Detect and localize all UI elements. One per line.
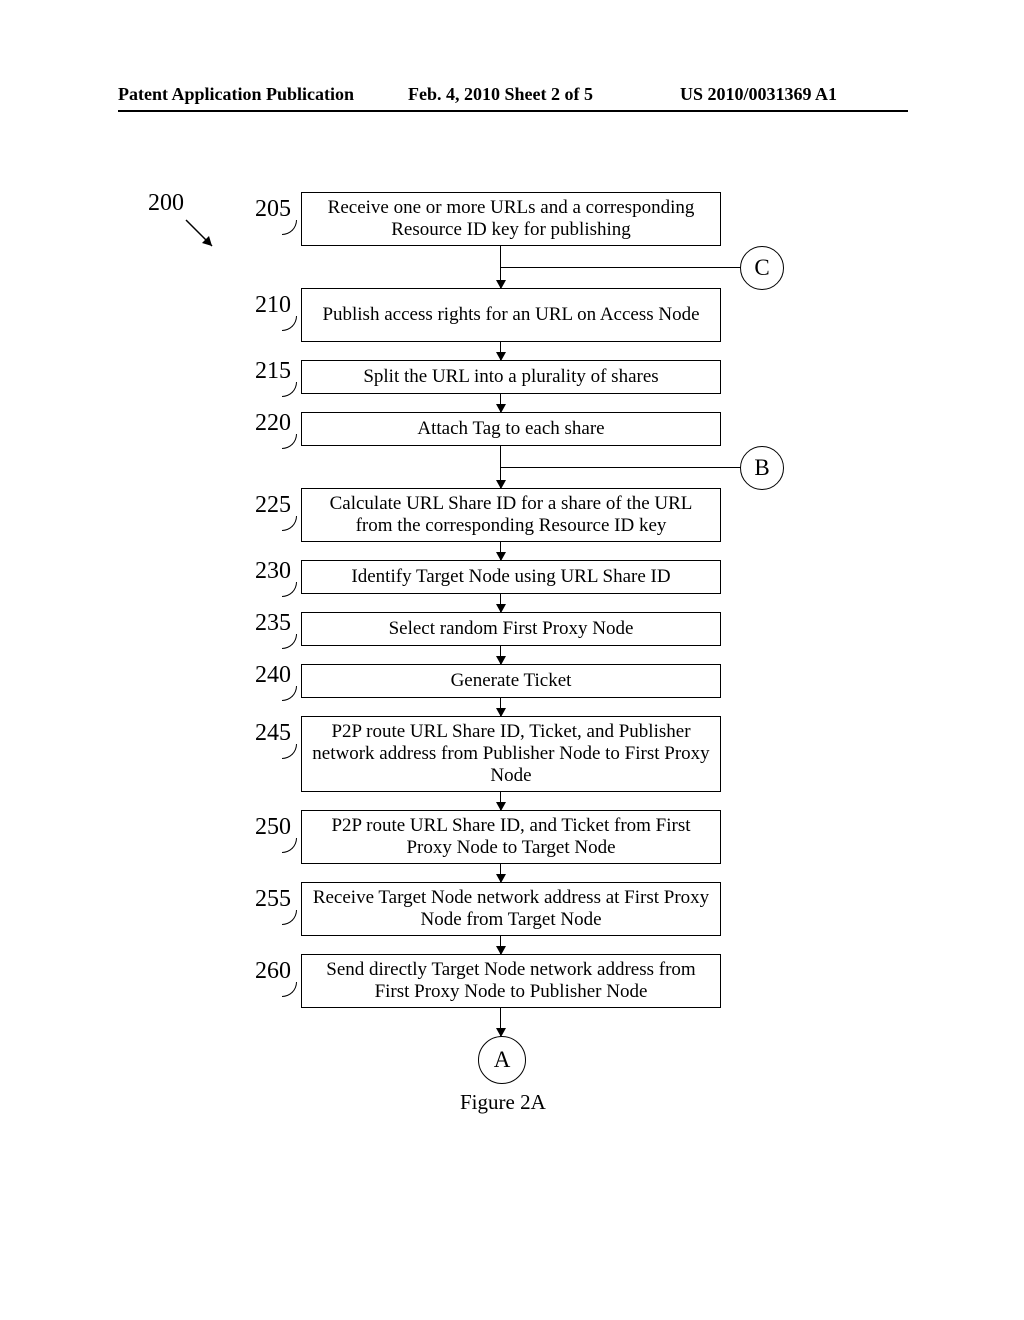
figure-reference-200: 200 bbox=[148, 190, 184, 217]
flow-arrow-down-icon bbox=[500, 698, 501, 716]
flow-arrow-down-icon bbox=[500, 394, 501, 412]
flow-box-250: P2P route URL Share ID, and Ticket from … bbox=[301, 810, 721, 864]
flow-box-210: Publish access rights for an URL on Acce… bbox=[301, 288, 721, 342]
label-tick-icon bbox=[282, 744, 297, 759]
flow-box-225: Calculate URL Share ID for a share of th… bbox=[301, 488, 721, 542]
header-rule bbox=[118, 110, 908, 112]
step-label-255: 255 bbox=[255, 886, 291, 913]
flow-arrow-down-icon bbox=[500, 1008, 501, 1036]
flow-box-235: Select random First Proxy Node bbox=[301, 612, 721, 646]
step-label-240: 240 bbox=[255, 662, 291, 689]
flow-box-text: Calculate URL Share ID for a share of th… bbox=[312, 493, 710, 537]
flow-arrow-down-icon bbox=[500, 864, 501, 882]
flow-box-text: Send directly Target Node network addres… bbox=[312, 959, 710, 1003]
label-tick-icon bbox=[282, 686, 297, 701]
step-label-230: 230 bbox=[255, 558, 291, 585]
figure-ref-arrow-icon bbox=[184, 218, 224, 258]
flow-arrow-down-icon bbox=[500, 342, 501, 360]
connector-label: A bbox=[494, 1047, 511, 1073]
flow-box-text: Generate Ticket bbox=[451, 670, 572, 692]
connector-a: A bbox=[478, 1036, 526, 1084]
connector-b: B bbox=[740, 446, 784, 490]
step-label-210: 210 bbox=[255, 292, 291, 319]
label-tick-icon bbox=[282, 634, 297, 649]
label-tick-icon bbox=[282, 516, 297, 531]
step-label-205: 205 bbox=[255, 196, 291, 223]
flow-box-text: Receive one or more URLs and a correspon… bbox=[312, 197, 710, 241]
flow-box-text: P2P route URL Share ID, and Ticket from … bbox=[312, 815, 710, 859]
connector-label: B bbox=[754, 455, 769, 481]
label-tick-icon bbox=[282, 382, 297, 397]
flow-box-text: Select random First Proxy Node bbox=[389, 618, 634, 640]
flow-box-260: Send directly Target Node network addres… bbox=[301, 954, 721, 1008]
flow-box-205: Receive one or more URLs and a correspon… bbox=[301, 192, 721, 246]
flow-arrow-down-icon bbox=[500, 594, 501, 612]
flow-box-220: Attach Tag to each share bbox=[301, 412, 721, 446]
connector-label: C bbox=[754, 255, 769, 281]
flow-box-230: Identify Target Node using URL Share ID bbox=[301, 560, 721, 594]
step-label-225: 225 bbox=[255, 492, 291, 519]
flow-box-255: Receive Target Node network address at F… bbox=[301, 882, 721, 936]
header-date-sheet: Feb. 4, 2010 Sheet 2 of 5 bbox=[408, 84, 593, 105]
flow-arrow-down-icon bbox=[500, 542, 501, 560]
flow-arrow-down-icon bbox=[500, 936, 501, 954]
flow-connector-line bbox=[500, 267, 741, 268]
flow-box-245: P2P route URL Share ID, Ticket, and Publ… bbox=[301, 716, 721, 792]
label-tick-icon bbox=[282, 838, 297, 853]
flow-box-text: Identify Target Node using URL Share ID bbox=[351, 566, 670, 588]
flow-connector-line bbox=[500, 467, 741, 468]
flow-arrow-down-icon bbox=[500, 646, 501, 664]
label-tick-icon bbox=[282, 982, 297, 997]
flow-box-text: Attach Tag to each share bbox=[417, 418, 604, 440]
flow-arrow-down-icon bbox=[500, 792, 501, 810]
label-tick-icon bbox=[282, 910, 297, 925]
flow-box-text: P2P route URL Share ID, Ticket, and Publ… bbox=[312, 721, 710, 787]
step-label-235: 235 bbox=[255, 610, 291, 637]
header-publication-number: US 2010/0031369 A1 bbox=[680, 84, 837, 105]
header-publication-type: Patent Application Publication bbox=[118, 84, 354, 105]
label-tick-icon bbox=[282, 434, 297, 449]
flow-box-215: Split the URL into a plurality of shares bbox=[301, 360, 721, 394]
step-label-250: 250 bbox=[255, 814, 291, 841]
step-label-260: 260 bbox=[255, 958, 291, 985]
step-label-215: 215 bbox=[255, 358, 291, 385]
flow-box-text: Split the URL into a plurality of shares bbox=[363, 366, 658, 388]
flow-box-text: Receive Target Node network address at F… bbox=[312, 887, 710, 931]
figure-caption: Figure 2A bbox=[460, 1090, 546, 1115]
flow-box-240: Generate Ticket bbox=[301, 664, 721, 698]
step-label-220: 220 bbox=[255, 410, 291, 437]
label-tick-icon bbox=[282, 582, 297, 597]
step-label-245: 245 bbox=[255, 720, 291, 747]
label-tick-icon bbox=[282, 220, 297, 235]
connector-c: C bbox=[740, 246, 784, 290]
flow-box-text: Publish access rights for an URL on Acce… bbox=[322, 304, 699, 326]
label-tick-icon bbox=[282, 316, 297, 331]
